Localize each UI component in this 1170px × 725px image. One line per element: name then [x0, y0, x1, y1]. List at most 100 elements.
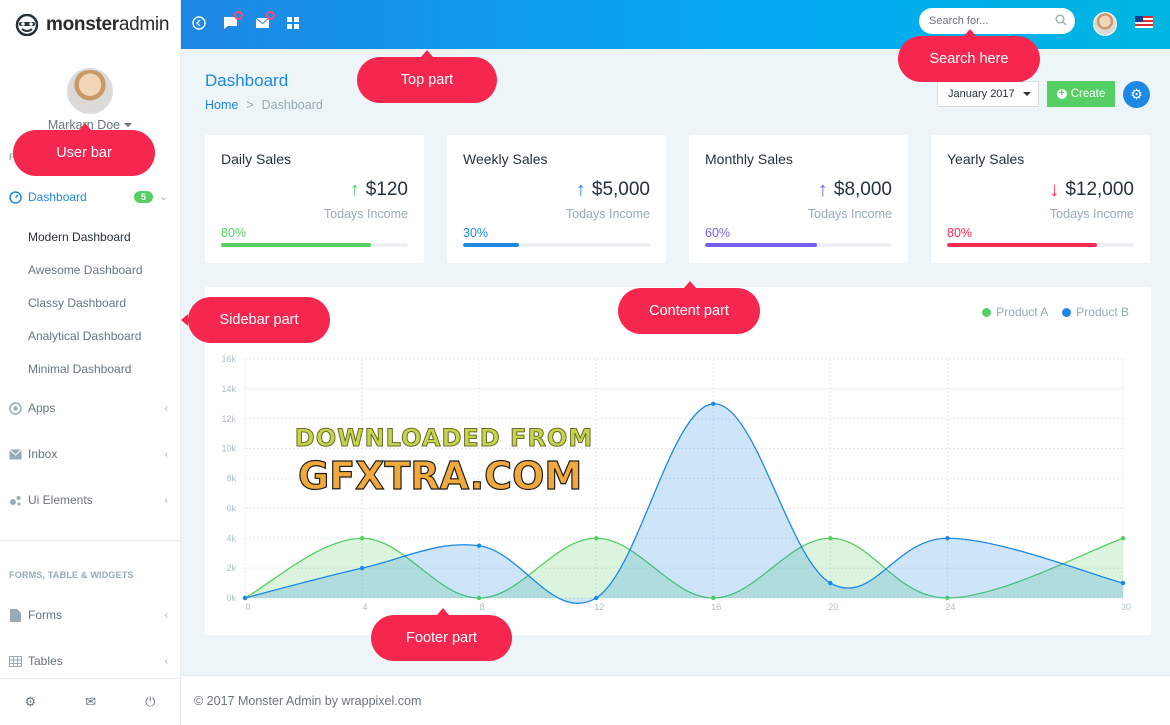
- arrow-up-icon: ↑: [575, 179, 586, 201]
- sidebar: monsteradmin Markarn Doe P Dashboard 5 ⌄…: [0, 0, 181, 725]
- gear-icon[interactable]: ⚙: [25, 694, 37, 710]
- callout-footer-part: Footer part: [371, 608, 512, 661]
- envelope-icon[interactable]: [254, 11, 275, 31]
- sidebar-item-label: Dashboard: [28, 190, 87, 204]
- data-point: [359, 536, 365, 541]
- us-flag-icon[interactable]: [1135, 16, 1153, 28]
- search-input[interactable]: [929, 15, 1049, 27]
- callout-search-here: Search here: [898, 29, 1040, 82]
- sidebar-item-apps[interactable]: Apps ‹: [0, 395, 180, 421]
- sidebar-item-ui-elements[interactable]: Ui Elements ‹: [0, 487, 180, 513]
- sidebar-item-tables[interactable]: Tables ‹: [0, 648, 180, 674]
- sidebar-subitem-minimal-dashboard[interactable]: Minimal Dashboard: [28, 362, 131, 376]
- callout-user-bar: User bar: [13, 123, 155, 176]
- sidebar-footer: ⚙ ✉ ⏻: [0, 678, 180, 725]
- x-tick-label: 8: [480, 602, 485, 612]
- card-title: Monthly Sales: [705, 151, 793, 167]
- y-tick-label: 0k: [226, 593, 236, 603]
- gauge-icon: [9, 190, 22, 204]
- data-point: [828, 580, 833, 586]
- x-tick-label: 24: [945, 602, 955, 612]
- breadcrumb-current: Dashboard: [261, 98, 323, 112]
- card-percent: 80%: [221, 226, 247, 240]
- watermark-line-2: GFXTRA.COM: [297, 453, 583, 498]
- progress-bar: [221, 243, 408, 247]
- callout-label: Content part: [649, 303, 729, 319]
- card-subtitle: Todays Income: [807, 207, 892, 221]
- avatar[interactable]: [1093, 12, 1117, 36]
- chevron-left-icon: ‹: [164, 402, 168, 414]
- search-icon[interactable]: [1055, 14, 1067, 29]
- callout-top-part: Top part: [357, 50, 497, 103]
- data-point: [594, 595, 599, 601]
- data-point: [828, 536, 833, 541]
- card-amount: $120: [365, 179, 408, 200]
- card-amount: $8,000: [833, 179, 892, 200]
- caret-down-icon: [1022, 92, 1031, 96]
- target-icon: [9, 401, 22, 415]
- bubbles-icon: [9, 494, 22, 507]
- x-tick-label: 30: [1121, 602, 1131, 612]
- sidebar-item-inbox[interactable]: Inbox ‹: [0, 441, 180, 467]
- sidebar-subitem-classy-dashboard[interactable]: Classy Dashboard: [28, 296, 126, 310]
- sidebar-subitem-analytical-dashboard[interactable]: Analytical Dashboard: [28, 329, 141, 343]
- watermark: DOWNLOADED FROM GFXTRA.COM: [278, 424, 610, 499]
- caret-down-icon: [124, 123, 133, 127]
- create-button-label: Create: [1070, 88, 1106, 100]
- sidebar-item-label: Forms: [28, 608, 62, 622]
- data-point: [711, 401, 716, 407]
- avatar[interactable]: [67, 68, 113, 114]
- breadcrumb-home[interactable]: Home: [205, 98, 238, 112]
- progress-fill: [947, 243, 1097, 247]
- callout-content-part: Content part: [618, 281, 760, 334]
- data-point: [594, 536, 599, 541]
- sidebar-subitem-awesome-dashboard[interactable]: Awesome Dashboard: [28, 263, 143, 277]
- copyright-text: © 2017 Monster Admin by wrappixel.com: [194, 693, 422, 708]
- x-tick-label: 20: [828, 602, 838, 612]
- settings-button[interactable]: ⚙: [1123, 81, 1150, 108]
- breadcrumb-separator: >: [246, 98, 254, 112]
- create-button[interactable]: + Create: [1047, 81, 1115, 107]
- nav-caption: FORMS, TABLE & WIDGETS: [9, 570, 134, 580]
- x-tick-label: 4: [363, 602, 368, 612]
- card-value: ↓ $12,000: [1049, 179, 1134, 201]
- arrow-left-circle-icon[interactable]: [191, 15, 207, 31]
- data-point: [945, 536, 950, 541]
- sidebar-item-label: Tables: [28, 654, 63, 668]
- sidebar-subitem-modern-dashboard[interactable]: Modern Dashboard: [28, 230, 131, 244]
- x-tick-label: 12: [594, 602, 604, 612]
- chevron-left-icon: ‹: [164, 494, 168, 506]
- data-point: [1120, 580, 1126, 586]
- y-tick-label: 4k: [226, 533, 236, 543]
- stat-card-weekly-sales: Weekly Sales ↑ $5,000 Todays Income 30%: [447, 135, 666, 263]
- sidebar-item-label: Apps: [28, 401, 56, 415]
- card-subtitle: Todays Income: [323, 207, 408, 221]
- chevron-left-icon: ‹: [164, 609, 168, 621]
- notification-dot: [266, 11, 275, 20]
- callout-label: Search here: [929, 51, 1009, 67]
- sidebar-item-dashboard[interactable]: Dashboard 5 ⌄: [0, 184, 180, 210]
- power-icon[interactable]: ⏻: [145, 694, 155, 710]
- footer: © 2017 Monster Admin by wrappixel.com: [181, 675, 1170, 725]
- card-amount: $5,000: [591, 179, 650, 200]
- message-icon[interactable]: [222, 11, 243, 31]
- mail-icon[interactable]: ✉: [85, 694, 96, 710]
- progress-bar: [463, 243, 650, 247]
- arrow-down-icon: ↓: [1049, 179, 1060, 201]
- brand[interactable]: monsteradmin: [0, 0, 180, 49]
- sidebar-item-label: Inbox: [28, 447, 58, 461]
- progress-bar: [947, 243, 1134, 247]
- monster-logo-icon: [15, 13, 39, 36]
- envelope-icon: [9, 448, 22, 461]
- progress-bar: [705, 243, 892, 247]
- sidebar-item-label: Ui Elements: [28, 493, 93, 507]
- sidebar-item-forms[interactable]: Forms ‹: [0, 602, 180, 628]
- notification-dot: [234, 11, 243, 20]
- grid-icon[interactable]: [285, 15, 301, 31]
- y-tick-label: 2k: [226, 563, 236, 573]
- card-subtitle: Todays Income: [565, 207, 650, 221]
- callout-label: User bar: [56, 145, 112, 161]
- divider: [0, 540, 180, 541]
- month-select[interactable]: January 2017: [937, 81, 1039, 107]
- stat-card-yearly-sales: Yearly Sales ↓ $12,000 Todays Income 80%: [931, 135, 1150, 263]
